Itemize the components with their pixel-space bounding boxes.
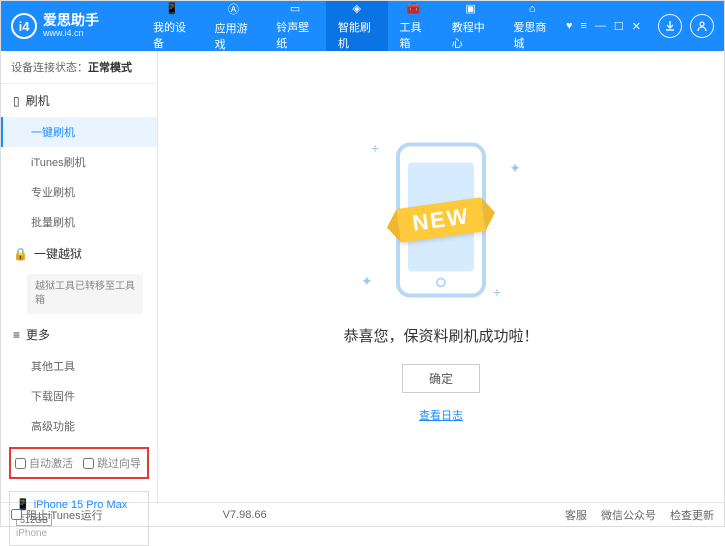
titlebar: i4 爱思助手 www.i4.cn 📱 我的设备 Ⓐ 应用游戏 ▭ 铃声壁纸 ◈…	[1, 1, 724, 51]
app-title: 爱思助手	[43, 13, 99, 28]
sidebar-item-download-firmware[interactable]: 下载固件	[1, 381, 157, 411]
footer-link-support[interactable]: 客服	[565, 507, 587, 523]
nav-tabs: 📱 我的设备 Ⓐ 应用游戏 ▭ 铃声壁纸 ◈ 智能刷机 🧰 工具箱 ▣ 教程中心…	[141, 1, 563, 51]
mall-icon: ⌂	[524, 1, 540, 16]
download-button[interactable]	[658, 14, 682, 38]
auto-activate-checkbox[interactable]: 自动激活	[15, 455, 73, 471]
toolbox-icon: 🧰	[406, 1, 422, 16]
minimize-icon[interactable]: —	[592, 20, 609, 32]
sidebar-jailbreak-note: 越狱工具已转移至工具箱	[27, 274, 143, 314]
sidebar-item-pro-flash[interactable]: 专业刷机	[1, 177, 157, 207]
skip-wizard-checkbox[interactable]: 跳过向导	[83, 455, 141, 471]
lock-icon: 🔒	[13, 247, 28, 261]
version-label: V7.98.66	[223, 509, 267, 521]
tutorial-icon: ▣	[463, 1, 479, 16]
maximize-icon[interactable]: ☐	[611, 20, 627, 33]
success-illustration: + ✦ ✦ + NEW	[351, 130, 531, 310]
footer-link-update[interactable]: 检查更新	[670, 507, 714, 523]
menu-icon[interactable]: ♥	[563, 20, 576, 32]
apps-icon: Ⓐ	[225, 1, 241, 17]
sidebar-item-advanced[interactable]: 高级功能	[1, 411, 157, 441]
flash-icon: ◈	[349, 1, 365, 16]
app-logo: i4 爱思助手 www.i4.cn	[11, 13, 141, 39]
view-log-link[interactable]: 查看日志	[419, 407, 463, 423]
block-itunes-checkbox[interactable]: 阻止iTunes运行	[11, 507, 103, 523]
window-controls: ♥ ≡ — ☐ ✕	[563, 20, 644, 33]
tab-toolbox[interactable]: 🧰 工具箱	[388, 1, 440, 51]
sidebar: 设备连接状态：正常模式 ▯ 刷机 一键刷机 iTunes刷机 专业刷机 批量刷机…	[1, 51, 158, 502]
sidebar-item-itunes-flash[interactable]: iTunes刷机	[1, 147, 157, 177]
user-button[interactable]	[690, 14, 714, 38]
tab-mall[interactable]: ⌂ 爱思商城	[501, 1, 563, 51]
app-url: www.i4.cn	[43, 29, 99, 39]
sidebar-section-jailbreak[interactable]: 🔒 一键越狱	[1, 237, 157, 270]
flash-section-icon: ▯	[13, 94, 20, 108]
footer-link-wechat[interactable]: 微信公众号	[601, 507, 656, 523]
user-icon	[696, 20, 708, 32]
download-icon	[664, 20, 676, 32]
list-icon[interactable]: ≡	[577, 20, 589, 32]
sidebar-item-batch-flash[interactable]: 批量刷机	[1, 207, 157, 237]
device-type-label: iPhone	[16, 528, 142, 539]
tab-ringtones[interactable]: ▭ 铃声壁纸	[264, 1, 326, 51]
ok-button[interactable]: 确定	[402, 364, 480, 393]
tab-smart-flash[interactable]: ◈ 智能刷机	[326, 1, 388, 51]
connection-status: 设备连接状态：正常模式	[1, 51, 157, 84]
device-icon: 📱	[164, 1, 180, 16]
tab-tutorials[interactable]: ▣ 教程中心	[440, 1, 502, 51]
logo-icon: i4	[11, 13, 37, 39]
sidebar-item-oneclick-flash[interactable]: 一键刷机	[1, 117, 157, 147]
options-highlight-box: 自动激活 跳过向导	[9, 447, 149, 479]
more-icon: ≡	[13, 328, 20, 342]
tab-my-device[interactable]: 📱 我的设备	[141, 1, 203, 51]
success-message: 恭喜您，保资料刷机成功啦！	[343, 325, 538, 346]
ringtone-icon: ▭	[287, 1, 303, 16]
tab-apps-games[interactable]: Ⓐ 应用游戏	[203, 1, 265, 51]
sidebar-section-flash[interactable]: ▯ 刷机	[1, 84, 157, 117]
sidebar-section-more[interactable]: ≡ 更多	[1, 318, 157, 351]
main-content: + ✦ ✦ + NEW 恭喜您，保资料刷机成功啦！ 确定 查看日志	[158, 51, 724, 502]
sidebar-item-other-tools[interactable]: 其他工具	[1, 351, 157, 381]
close-icon[interactable]: ✕	[629, 20, 644, 33]
